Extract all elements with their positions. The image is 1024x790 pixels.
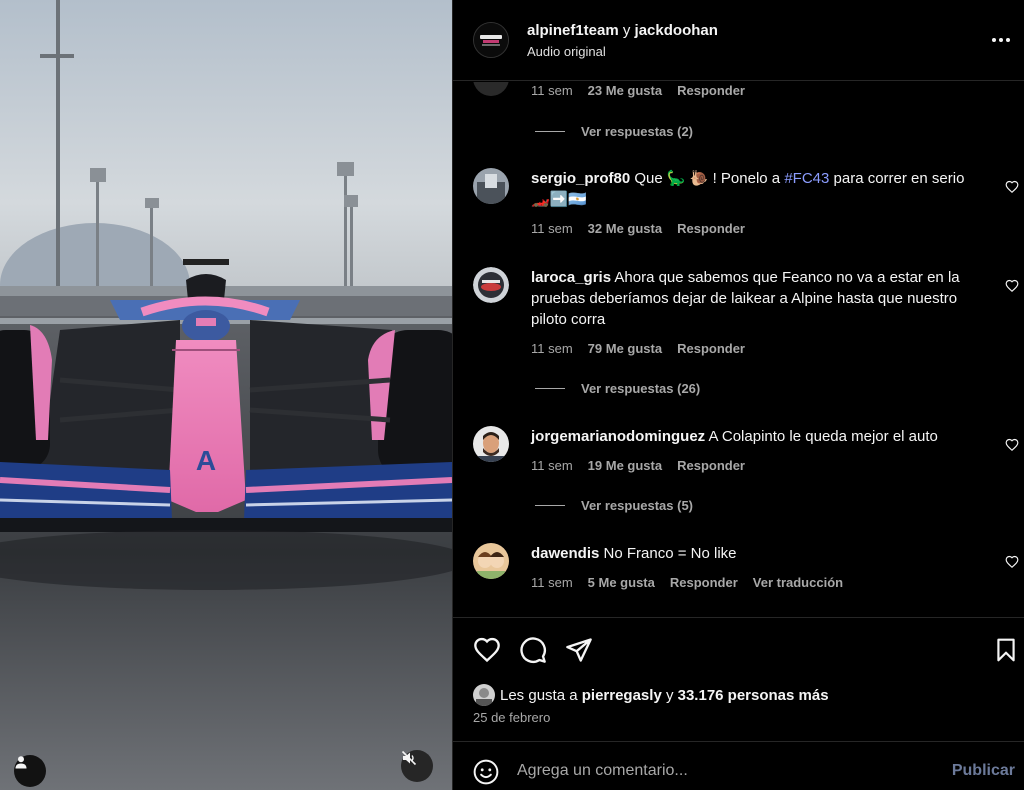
comment-body: jorgemarianodominguez A Colapinto le que… [531,426,1001,447]
reply-button[interactable]: Responder [677,83,745,98]
comment-username[interactable]: jorgemarianodominguez [531,428,705,445]
likes-summary: Les gusta a pierregasly y 33.176 persona… [473,684,829,706]
reply-button[interactable]: Responder [677,221,745,236]
tagged-users-button[interactable] [14,755,46,787]
audio-label[interactable]: Audio original [527,44,718,59]
replies-line [535,131,565,132]
avatar-image [473,543,509,579]
comment-likes[interactable]: 23 Me gusta [588,83,662,98]
post-header: alpinef1team y jackdoohan Audio original [453,0,1024,81]
bookmark-icon[interactable] [993,636,1019,664]
view-replies-button[interactable]: Ver respuestas (5) [535,498,693,513]
comment-username[interactable]: sergio_prof80 [531,170,630,187]
view-replies-label: Ver respuestas (26) [581,381,701,396]
svg-text:A: A [196,445,216,476]
comment-avatar[interactable] [473,543,509,579]
liker-avatar[interactable] [473,684,495,706]
post-authors: alpinef1team y jackdoohan [527,22,718,39]
comment-input[interactable] [517,756,927,786]
comment-meta: 11 sem 79 Me gusta Responder [531,341,745,356]
comment-text: A Colapinto le queda mejor el auto [708,428,938,445]
post-date[interactable]: 25 de febrero [473,710,550,725]
view-replies-label: Ver respuestas (5) [581,498,694,513]
comment-avatar[interactable] [473,426,509,462]
view-replies-label: Ver respuestas (2) [581,124,694,139]
mute-toggle-button[interactable] [401,750,433,782]
avatar-image [473,267,509,303]
comment-meta: 11 sem 32 Me gusta Responder [531,221,745,236]
smiley-icon[interactable] [473,759,499,785]
comment-body: sergio_prof80 Que 🦕 🐌 ! Ponelo a #FC43 p… [531,168,971,210]
reply-button[interactable]: Responder [670,575,738,590]
likes-connector: y [665,686,674,704]
view-replies-button[interactable]: Ver respuestas (2) [535,124,693,139]
ellipsis-icon [992,38,996,42]
avatar-image [473,82,509,96]
reply-button[interactable]: Responder [677,458,745,473]
comment-meta: 11 sem 23 Me gusta Responder [531,83,745,98]
replies-line [535,388,565,389]
comment-username[interactable]: dawendis [531,545,599,562]
comment-meta: 11 sem 19 Me gusta Responder [531,458,745,473]
comment-likes[interactable]: 32 Me gusta [588,221,662,236]
comment-text: Que 🦕 🐌 ! Ponelo a [634,170,781,187]
comment-avatar[interactable] [473,82,509,96]
avatar-image [473,684,495,706]
likes-prefix: Les gusta a [500,686,578,704]
author-avatar[interactable] [473,22,509,58]
comment-text: No Franco = No like [603,545,737,562]
muted-speaker-icon [401,750,417,766]
comment-body: laroca_gris Ahora que sabemos que Feanco… [531,267,971,330]
post-video[interactable]: A [0,0,452,790]
author-secondary-link[interactable]: jackdoohan [635,22,718,39]
author-primary-link[interactable]: alpinef1team [527,22,619,39]
liker-username[interactable]: pierregasly [582,687,662,704]
reply-button[interactable]: Responder [677,341,745,356]
comments-list[interactable]: 11 sem 23 Me gusta Responder Ver respues… [453,82,1024,616]
publish-button[interactable]: Publicar [952,762,1015,780]
comment-like-heart-icon[interactable] [1005,438,1019,452]
comment-time[interactable]: 11 sem [531,575,573,590]
add-comment-bar: Publicar [453,741,1024,790]
comment-like-heart-icon[interactable] [1005,555,1019,569]
comment-likes[interactable]: 79 Me gusta [588,341,662,356]
comment-avatar[interactable] [473,267,509,303]
avatar-image [473,168,509,204]
comment-like-heart-icon[interactable] [1005,279,1019,293]
comment-time[interactable]: 11 sem [531,83,573,98]
alpine-logo-icon [474,23,508,57]
view-replies-button[interactable]: Ver respuestas (26) [535,381,700,396]
more-options-button[interactable] [989,28,1013,52]
translate-button[interactable]: Ver traducción [753,575,843,590]
comment-likes[interactable]: 5 Me gusta [588,575,655,590]
comment-time[interactable]: 11 sem [531,341,573,356]
person-icon [15,756,27,769]
comment-like-heart-icon[interactable] [1005,180,1019,194]
comment-time[interactable]: 11 sem [531,221,573,236]
comment-likes[interactable]: 19 Me gusta [588,458,662,473]
hashtag-link[interactable]: #FC43 [784,170,829,187]
others-likes-link[interactable]: 33.176 personas más [678,687,829,704]
post-side-panel: alpinef1team y jackdoohan Audio original… [452,0,1024,790]
replies-line [535,505,565,506]
paper-plane-icon[interactable] [565,636,593,664]
comment-body: dawendis No Franco = No like [531,543,971,564]
author-connector: y [622,21,631,39]
comment-bubble-icon[interactable] [519,636,547,664]
comment-username[interactable]: laroca_gris [531,269,611,286]
comment-avatar[interactable] [473,168,509,204]
heart-icon[interactable] [473,636,501,664]
avatar-image [473,426,509,462]
comment-meta: 11 sem 5 Me gusta Responder Ver traducci… [531,575,843,590]
comment-time[interactable]: 11 sem [531,458,573,473]
post-actions: Les gusta a pierregasly y 33.176 persona… [453,617,1024,741]
video-frame-f1-car: A [0,0,452,790]
